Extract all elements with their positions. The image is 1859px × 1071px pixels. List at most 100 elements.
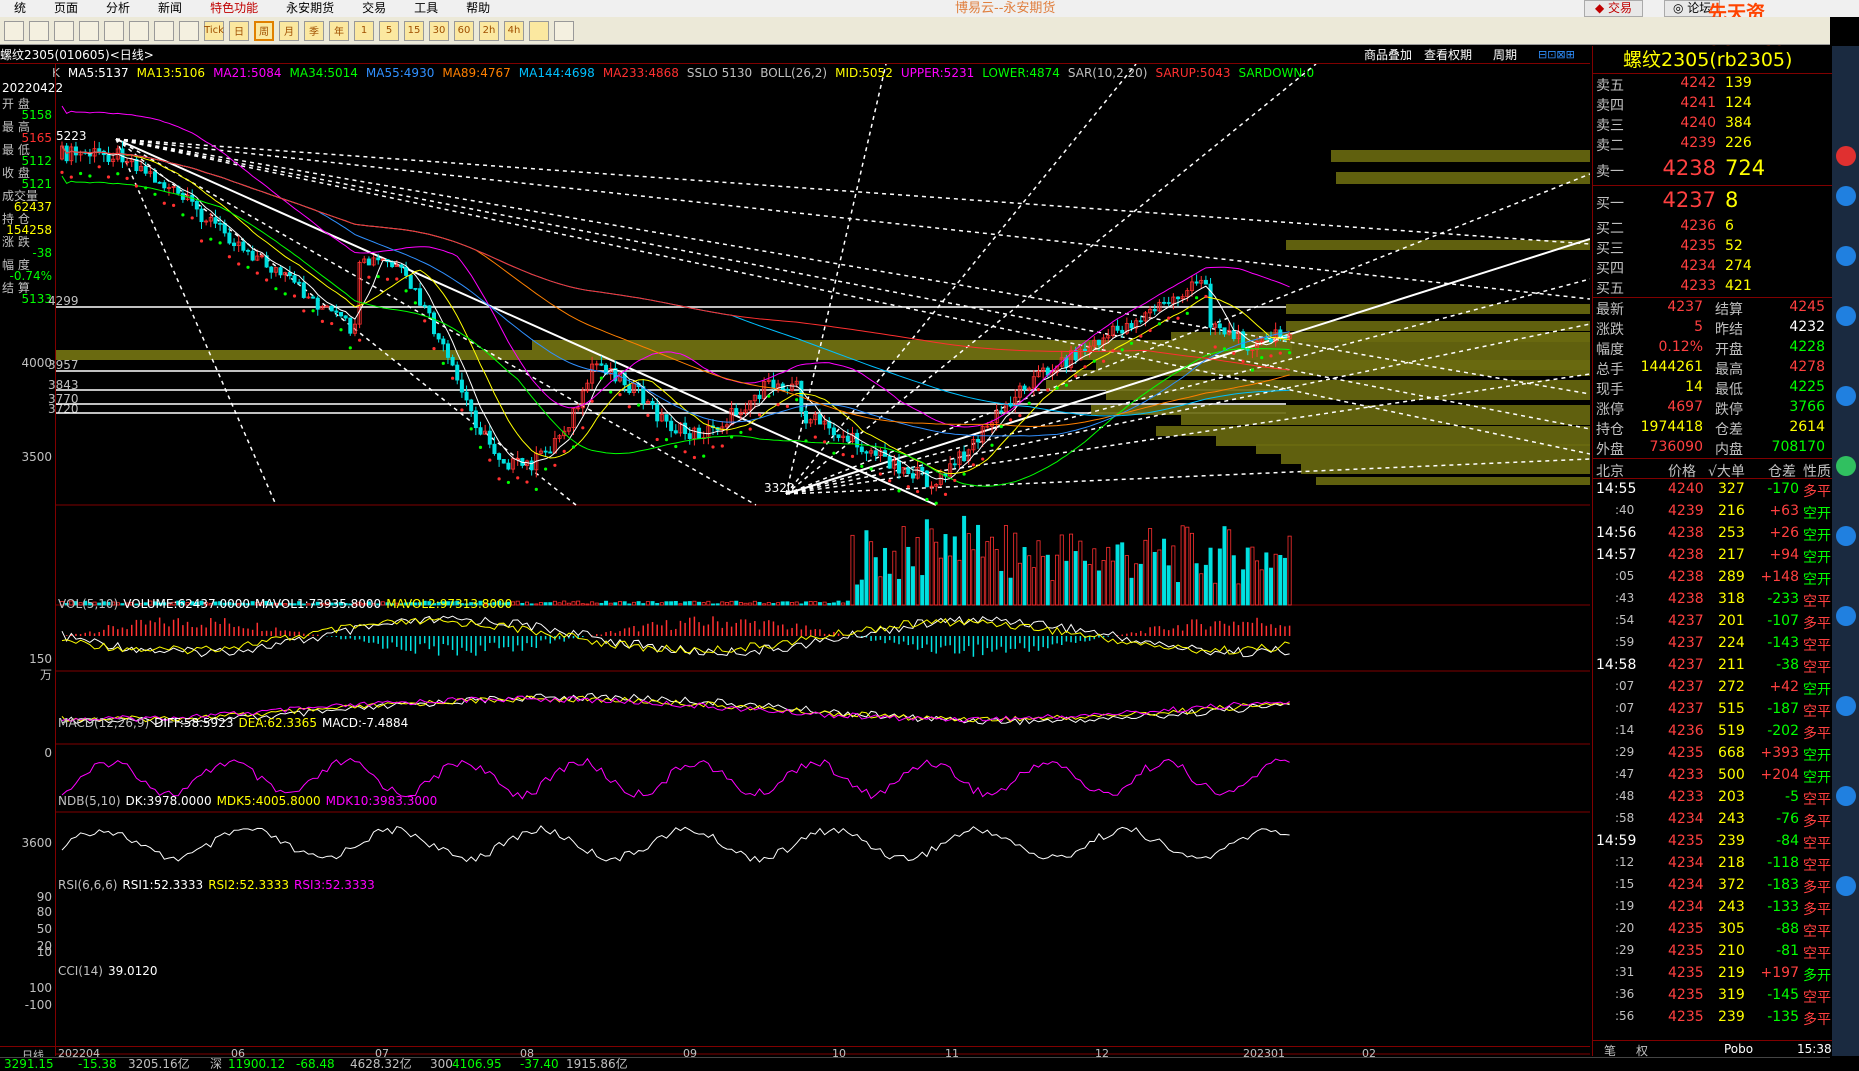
- blue-app-icon[interactable]: [1836, 876, 1856, 896]
- min15-period[interactable]: 30: [429, 20, 449, 41]
- tick-volume: 203: [1718, 789, 1745, 805]
- sar-dot: [999, 424, 1003, 429]
- blue-app-icon[interactable]: [1836, 306, 1856, 326]
- tick-row: :14 4236 519 -202 多平: [1593, 721, 1832, 743]
- back-icon[interactable]: [29, 20, 49, 41]
- refresh-icon[interactable]: [79, 20, 99, 41]
- tick-volume: 319: [1718, 987, 1745, 1003]
- candlestick: [418, 288, 423, 306]
- min5-period[interactable]: 15: [404, 20, 424, 41]
- tick-nature: 空平: [1803, 924, 1831, 940]
- min30-period[interactable]: 60: [454, 20, 474, 41]
- blue-app-icon[interactable]: [1836, 606, 1856, 626]
- blue-app-icon[interactable]: [1836, 526, 1856, 546]
- trade-button[interactable]: ◆ 交易: [1584, 0, 1644, 17]
- line-icon[interactable]: [154, 20, 174, 41]
- bid-label: 买一: [1596, 196, 1624, 212]
- candlestick: [771, 379, 776, 389]
- tick-nature: 空平: [1803, 594, 1831, 610]
- clock: 15:38: [1797, 1042, 1832, 1056]
- volume-profile-bar: [1336, 172, 1590, 184]
- candlestick: [218, 222, 223, 225]
- min240-period[interactable]: 4h: [504, 20, 524, 41]
- period-link[interactable]: 周期: [1493, 46, 1517, 64]
- red-app-icon[interactable]: [1836, 146, 1856, 166]
- tick-list[interactable]: 14:55 4240 327 -170 多平:40 4239 216 +63 空开 14:56 42…: [1593, 479, 1832, 1029]
- tick-icon[interactable]: Tick: [204, 20, 224, 41]
- bid-volume: 6: [1725, 218, 1734, 234]
- tick-nature: 空开: [1803, 550, 1831, 566]
- sar-dot: [785, 404, 790, 408]
- tick-volume: 272: [1718, 679, 1745, 695]
- sar-dot: [274, 287, 278, 291]
- index-ticker: 4106.95: [452, 1057, 502, 1071]
- blue-app-icon[interactable]: [1836, 786, 1856, 806]
- min60-period[interactable]: 2h: [479, 20, 499, 41]
- volume-profile-bar: [1281, 454, 1590, 464]
- volume-bar: [999, 570, 1004, 606]
- tab-rights[interactable]: 权: [1636, 1042, 1648, 1059]
- gann-fan-line: [115, 138, 577, 506]
- forward-icon[interactable]: [54, 20, 74, 41]
- menu-item[interactable]: 页面: [40, 0, 92, 17]
- home-icon[interactable]: [4, 20, 24, 41]
- volume-bar: [920, 575, 925, 606]
- sar-dot: [599, 376, 604, 380]
- menu-item[interactable]: 交易: [348, 0, 400, 17]
- window-controls[interactable]: ⊟⊡⊠⊞: [1538, 48, 1575, 61]
- green-app-icon[interactable]: [1836, 456, 1856, 476]
- volume-bar: [1203, 564, 1208, 606]
- tab-trades[interactable]: 笔: [1604, 1042, 1616, 1059]
- view-rights-link[interactable]: 查看权期: [1424, 46, 1472, 64]
- volume-bar: [1092, 548, 1097, 606]
- tick-time: :59: [1615, 635, 1635, 649]
- menu-item[interactable]: 特色功能: [196, 0, 272, 17]
- min1-period[interactable]: 5: [379, 20, 399, 41]
- tick-column-header: 仓差: [1768, 464, 1796, 480]
- tick-nature: 多平: [1803, 616, 1831, 632]
- volume-bar: [1078, 540, 1083, 606]
- menu-item[interactable]: 帮助: [452, 0, 504, 17]
- blue-app-icon[interactable]: [1836, 186, 1856, 206]
- year-period[interactable]: 1: [354, 20, 374, 41]
- bid-row: 买一 4237 8: [1593, 186, 1832, 217]
- overlay-link[interactable]: 商品叠加: [1364, 46, 1412, 64]
- tick-price: 4238: [1668, 569, 1704, 585]
- volume-bar: [1055, 554, 1060, 606]
- calculator-icon[interactable]: [554, 20, 574, 41]
- menu-item[interactable]: 工具: [400, 0, 452, 17]
- custom-period[interactable]: [529, 20, 549, 41]
- candlestick: [1194, 281, 1199, 284]
- menu-item[interactable]: 统: [0, 0, 40, 17]
- menu-item[interactable]: 分析: [92, 0, 144, 17]
- sar-dot: [153, 192, 157, 196]
- quote-stats: 最新 4237 结算 4245 涨跌 5 昨结 4232 幅度 0.12% 开盘 4228 总手 1444…: [1593, 297, 1832, 458]
- stat-value: 4697: [1667, 399, 1703, 415]
- sar-dot: [823, 440, 827, 444]
- day-period[interactable]: 周: [254, 20, 274, 41]
- tick-nature: 多平: [1803, 1012, 1831, 1028]
- blue-app-icon[interactable]: [1836, 246, 1856, 266]
- tick-nature: 多平: [1803, 726, 1831, 742]
- ask-price: 4240: [1680, 115, 1716, 131]
- zoom-icon[interactable]: [104, 20, 124, 41]
- sar-dot: [1111, 349, 1115, 353]
- season-period[interactable]: 年: [329, 20, 349, 41]
- ask-row: 卖五 4242 139: [1593, 74, 1832, 94]
- volume-bar: [757, 601, 762, 606]
- blue-app-icon[interactable]: [1836, 386, 1856, 406]
- menu-item[interactable]: 永安期货: [272, 0, 348, 17]
- tick-time: :58: [1615, 811, 1635, 825]
- trend-line: [115, 138, 937, 506]
- list-icon[interactable]: 日: [229, 20, 249, 41]
- tools-icon[interactable]: [179, 20, 199, 41]
- ndb-y-label: 3600: [21, 836, 52, 850]
- volume-bar: [1003, 525, 1008, 606]
- blue-app-icon[interactable]: [1836, 696, 1856, 716]
- draw-icon[interactable]: [129, 20, 149, 41]
- menu-item[interactable]: 新闻: [144, 0, 196, 17]
- week-period[interactable]: 月: [279, 20, 299, 41]
- candlestick: [650, 401, 655, 406]
- chart-canvas[interactable]: 5223 3320: [56, 64, 1590, 1056]
- month-period[interactable]: 季: [304, 20, 324, 41]
